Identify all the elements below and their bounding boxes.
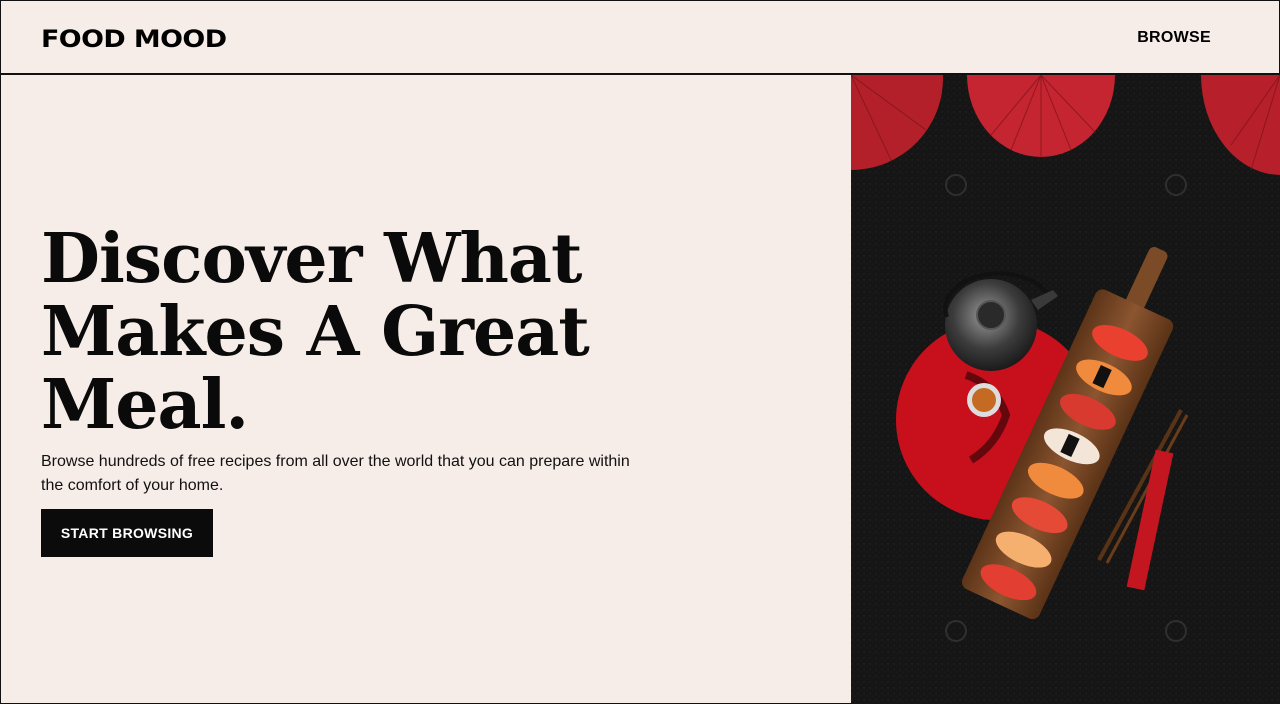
hero-text-section: Discover What Makes A Great Meal. Browse… <box>0 75 851 704</box>
site-logo[interactable]: FOOD MOOD <box>41 25 227 53</box>
nav-browse-link[interactable]: BROWSE <box>1137 29 1211 47</box>
hero-title-line-2: Makes A Great <box>41 292 590 372</box>
start-browsing-button[interactable]: START BROWSING <box>41 509 213 557</box>
hero-subtitle: Browse hundreds of free recipes from all… <box>41 453 630 494</box>
hero-title: Discover What Makes A Great Meal. <box>41 223 661 442</box>
hero-title-line-1: Discover What <box>41 219 582 299</box>
top-navigation-bar: FOOD MOOD BROWSE <box>0 0 1280 75</box>
hero-title-line-3: Meal. <box>41 365 249 445</box>
sushi-platter-image <box>851 75 1280 704</box>
